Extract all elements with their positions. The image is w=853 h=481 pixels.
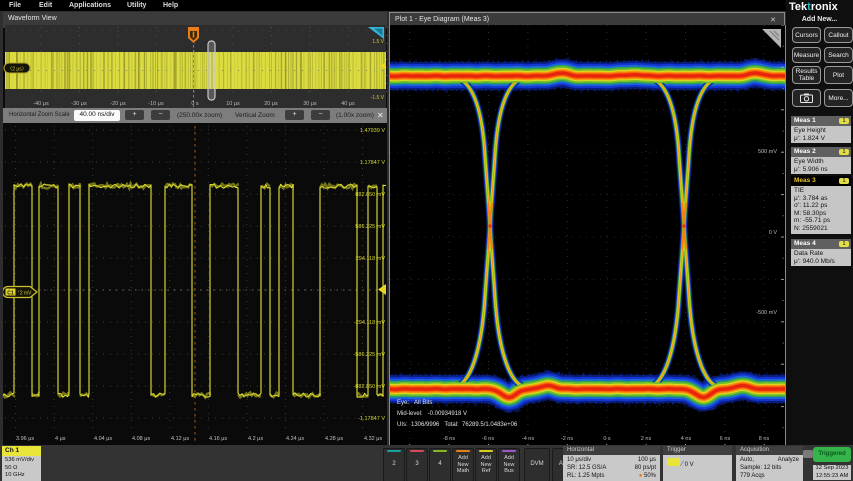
svg-text:4.08 μs: 4.08 μs [132,436,150,442]
svg-text:0 s: 0 s [191,101,199,107]
svg-text:4.12 μs: 4.12 μs [171,436,189,442]
svg-text:2 ns: 2 ns [641,436,652,442]
svg-text:-8 ns: -8 ns [443,436,455,442]
svg-text:10 μs: 10 μs [226,101,240,107]
svg-text:-294.118 mV: -294.118 mV [354,320,385,326]
svg-text:-1.17847 V: -1.17847 V [358,416,385,422]
svg-text:C1: C1 [7,290,14,296]
svg-text:-20 μs: -20 μs [110,101,126,107]
svg-text:4 ns: 4 ns [681,436,692,442]
svg-text:1.47939 V: 1.47939 V [360,128,385,134]
svg-text:1.5 V: 1.5 V [372,39,384,45]
svg-text:500 mV: 500 mV [758,149,777,155]
svg-text:4.2 μs: 4.2 μs [248,436,263,442]
svg-text:4.16 μs: 4.16 μs [209,436,227,442]
svg-text:294.118 mV: 294.118 mV [356,256,386,262]
svg-text:-6 ns: -6 ns [482,436,494,442]
svg-text:-586.225 mV: -586.225 mV [354,352,386,358]
svg-text:1.17847 V: 1.17847 V [360,160,385,166]
svg-text:-4 ns: -4 ns [522,436,534,442]
svg-text:4.24 μs: 4.24 μs [286,436,304,442]
svg-text:Eye: All Bits: Eye: All Bits [397,400,432,406]
svg-text:3.96 μs: 3.96 μs [16,436,34,442]
svg-text:-1.5 V: -1.5 V [371,95,385,101]
svg-text:882.850 mV: 882.850 mV [355,192,385,198]
svg-text:6 ns: 6 ns [720,436,731,442]
svg-text:-500 mV: -500 mV [756,310,777,316]
svg-text:-882.850 mV: -882.850 mV [354,384,386,390]
svg-text:4 μs: 4 μs [55,436,66,442]
svg-text:-2 ns: -2 ns [561,436,573,442]
svg-text:0 V: 0 V [769,230,778,236]
svg-text:-40 μs: -40 μs [33,101,49,107]
svg-text:⌜2 mV: ⌜2 mV [18,291,33,297]
svg-text:0 s: 0 s [603,436,611,442]
svg-text:〈2 μs〉: 〈2 μs〉 [7,67,27,73]
svg-text:40 μs: 40 μs [341,101,355,107]
svg-text:4.28 μs: 4.28 μs [325,436,343,442]
svg-text:Mid-level: -0.00934918 V: Mid-level: -0.00934918 V [397,411,467,417]
svg-text:4.04 μs: 4.04 μs [94,436,112,442]
svg-text:UIs: 1306/9996 Total: 7628: UIs: 1306/9996 Total: 76289.5/1.0483e+06 [397,422,518,428]
svg-text:8 ns: 8 ns [759,436,770,442]
svg-text:586.225 mV: 586.225 mV [355,224,385,230]
svg-text:-30 μs: -30 μs [71,101,87,107]
svg-text:-10 μs: -10 μs [148,101,164,107]
svg-text:20 μs: 20 μs [264,101,278,107]
svg-text:4.32 μs: 4.32 μs [364,436,382,442]
svg-text:30 μs: 30 μs [303,101,317,107]
